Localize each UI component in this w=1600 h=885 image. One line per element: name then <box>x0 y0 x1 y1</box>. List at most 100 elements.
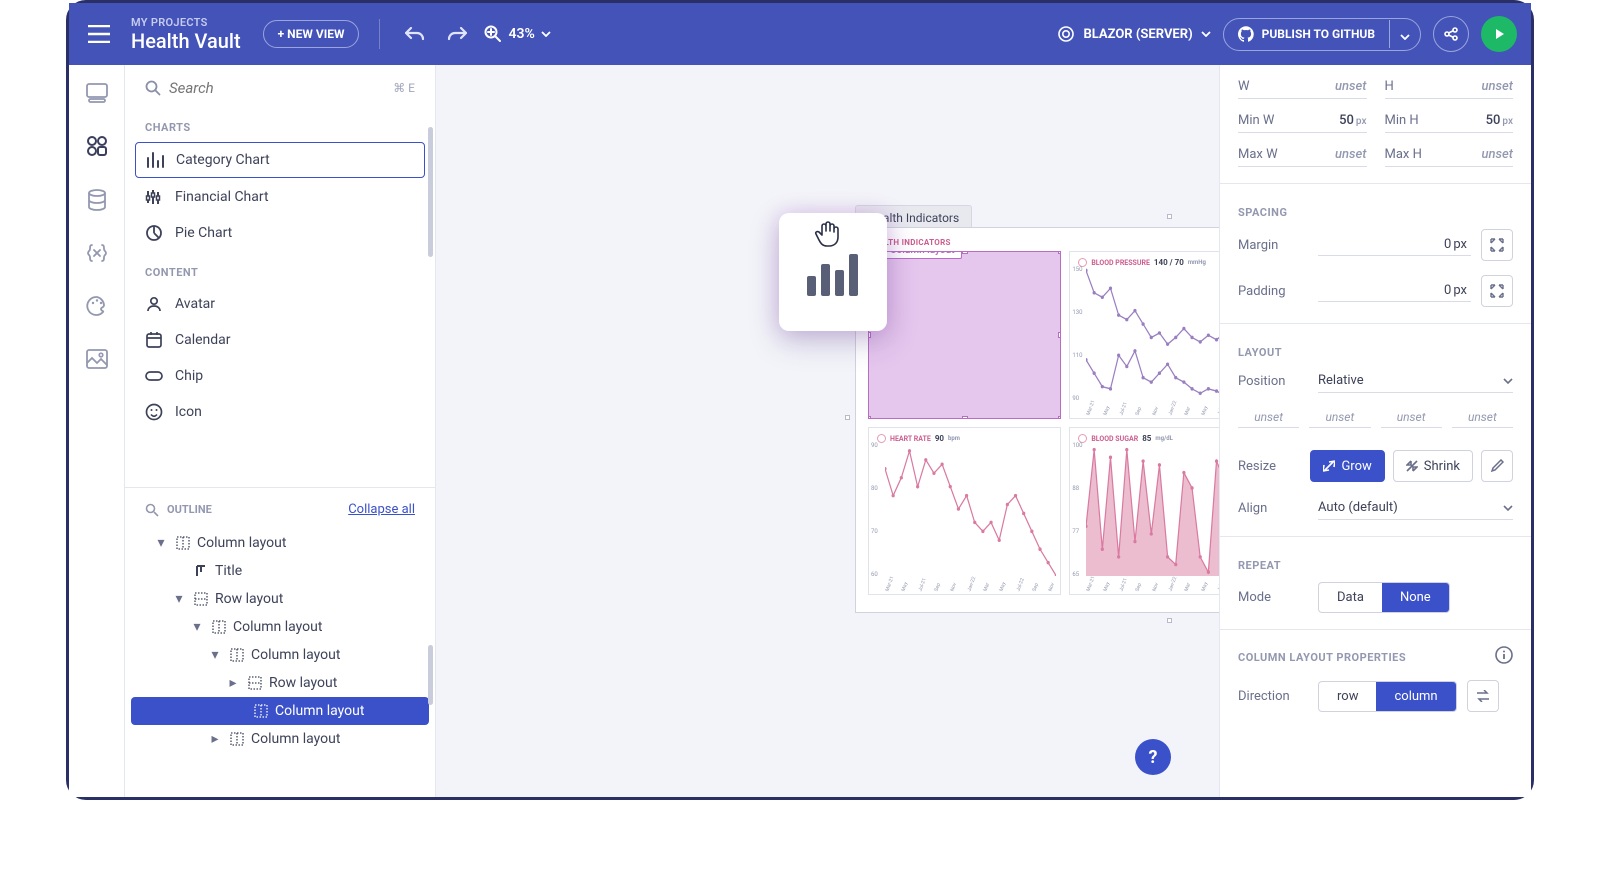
tree-node[interactable]: ▸Column layout <box>125 725 435 753</box>
chart-card[interactable]: BLOOD SUGAR 85mg/dL100887765Mar-21MayJul… <box>1069 427 1219 595</box>
mode-none-option[interactable]: None <box>1382 583 1449 612</box>
scrollbar-thumb[interactable] <box>428 127 433 257</box>
height-field[interactable]: Hunset <box>1385 75 1514 99</box>
tree-node[interactable]: ▾Column layout <box>125 613 435 641</box>
column-props-label: COLUMN LAYOUT PROPERTIES <box>1238 651 1406 664</box>
search-row: ⌘ E <box>125 65 435 107</box>
max-width-field[interactable]: Max Wunset <box>1238 143 1367 167</box>
rail-theme-icon[interactable] <box>86 295 108 321</box>
github-icon <box>1238 26 1254 42</box>
rail-views-icon[interactable] <box>86 83 108 107</box>
zoom-value: 43% <box>508 26 534 42</box>
framework-select[interactable]: BLAZOR (SERVER) <box>1057 25 1210 43</box>
direction-column-option[interactable]: column <box>1376 682 1455 711</box>
search-input[interactable] <box>169 79 385 97</box>
scrollbar-thumb[interactable] <box>428 645 433 705</box>
undo-icon[interactable] <box>400 19 430 49</box>
max-height-field[interactable]: Max Hunset <box>1385 143 1514 167</box>
zoom-control[interactable]: 43% <box>484 25 550 43</box>
help-button[interactable]: ? <box>1135 739 1171 775</box>
charts-section-label: CHARTS <box>125 107 435 140</box>
canvas[interactable]: Health Indicators HEALTH INDICATORS Colu… <box>436 65 1219 797</box>
width-field[interactable]: Wunset <box>1238 75 1367 99</box>
tool-item-chip[interactable]: Chip <box>135 359 425 393</box>
search-icon <box>145 80 161 96</box>
offset-field[interactable]: unset <box>1381 407 1442 428</box>
align-select[interactable]: Auto (default) <box>1318 496 1513 520</box>
content-section-label: CONTENT <box>125 252 435 285</box>
offset-field[interactable]: unset <box>1238 407 1299 428</box>
tree-node[interactable]: Column layout <box>131 697 429 725</box>
tree-node[interactable]: ▾Column layout <box>125 529 435 557</box>
divider <box>379 19 380 49</box>
rail-variables-icon[interactable] <box>87 243 107 267</box>
min-height-field[interactable]: Min H50px <box>1385 109 1514 133</box>
info-icon[interactable] <box>1495 646 1513 668</box>
publish-label: PUBLISH TO GITHUB <box>1262 27 1375 41</box>
tool-item-pie-chart[interactable]: Pie Chart <box>135 216 425 250</box>
chart-card[interactable]: HEART RATE 90bpm90807060Mar-21MayJul-21S… <box>868 427 1061 595</box>
resize-edit-icon[interactable] <box>1481 450 1513 482</box>
resize-label: Resize <box>1238 459 1300 474</box>
rail-components-icon[interactable] <box>86 135 108 161</box>
redo-icon[interactable] <box>442 19 472 49</box>
left-panel: ⌘ E CHARTS Category ChartFinancial Chart… <box>125 65 436 797</box>
tree-node[interactable]: Title <box>125 557 435 585</box>
tree-node[interactable]: ▾Column layout <box>125 641 435 669</box>
spacing-label: SPACING <box>1238 206 1513 219</box>
properties-panel: Wunset Hunset Min W50px Min H50px Max Wu… <box>1219 65 1531 797</box>
new-view-button[interactable]: + NEW VIEW <box>263 20 360 48</box>
rail-data-icon[interactable] <box>87 189 107 215</box>
tree-node[interactable]: ▸Row layout <box>125 669 435 697</box>
tool-item-category-chart[interactable]: Category Chart <box>135 142 425 178</box>
ruler-handle[interactable] <box>845 415 850 420</box>
publish-dropdown-icon[interactable] <box>1390 19 1420 50</box>
rail-assets-icon[interactable] <box>86 349 108 373</box>
tool-item-calendar[interactable]: Calendar <box>135 323 425 357</box>
outline-label: OUTLINE <box>167 503 212 516</box>
drop-target[interactable]: Column layout <box>868 251 1061 419</box>
padding-expand-icon[interactable] <box>1481 275 1513 307</box>
outline-header: OUTLINE Collapse all <box>125 487 435 525</box>
shrink-button[interactable]: Shrink <box>1393 450 1473 482</box>
repeat-label: REPEAT <box>1238 559 1513 572</box>
nav-rail <box>69 65 125 797</box>
ruler-handle[interactable] <box>1167 214 1172 219</box>
grab-cursor-icon <box>812 217 846 257</box>
tool-item-avatar[interactable]: Avatar <box>135 287 425 321</box>
mode-data-option[interactable]: Data <box>1319 583 1382 612</box>
project-block[interactable]: MY PROJECTS Health Vault <box>131 16 241 53</box>
projects-label: MY PROJECTS <box>131 16 241 29</box>
direction-swap-icon[interactable] <box>1467 680 1499 712</box>
menu-icon[interactable] <box>83 18 115 50</box>
publish-button[interactable]: PUBLISH TO GITHUB <box>1223 18 1421 51</box>
chart-card[interactable]: BLOOD PRESSURE 140 / 70mmHg15013011090Ma… <box>1069 251 1219 419</box>
ruler-handle[interactable] <box>1167 618 1172 623</box>
outline-tree: ▾Column layoutTitle▾Row layout▾Column la… <box>125 525 435 797</box>
preview-button[interactable] <box>1481 16 1517 52</box>
margin-field[interactable]: 0px <box>1318 234 1471 256</box>
padding-field[interactable]: 0px <box>1318 280 1471 302</box>
grow-button[interactable]: Grow <box>1310 450 1384 482</box>
project-name: Health Vault <box>131 29 241 53</box>
offset-field[interactable]: unset <box>1452 407 1513 428</box>
search-icon <box>145 503 159 517</box>
tool-item-icon[interactable]: Icon <box>135 395 425 429</box>
collapse-all-link[interactable]: Collapse all <box>348 502 415 517</box>
position-label: Position <box>1238 374 1308 389</box>
mode-segment: Data None <box>1318 582 1450 613</box>
direction-row-option[interactable]: row <box>1319 682 1376 711</box>
framework-label: BLAZOR (SERVER) <box>1083 27 1192 42</box>
margin-expand-icon[interactable] <box>1481 229 1513 261</box>
padding-label: Padding <box>1238 284 1308 299</box>
layout-label: LAYOUT <box>1238 346 1513 359</box>
share-button[interactable] <box>1433 16 1469 52</box>
tool-item-financial-chart[interactable]: Financial Chart <box>135 180 425 214</box>
artboard[interactable]: HEALTH INDICATORS Column layoutBLOOD PRE… <box>855 227 1219 613</box>
align-label: Align <box>1238 501 1308 516</box>
position-select[interactable]: Relative <box>1318 369 1513 393</box>
offset-field[interactable]: unset <box>1309 407 1370 428</box>
top-bar: MY PROJECTS Health Vault + NEW VIEW 43% … <box>69 3 1531 65</box>
min-width-field[interactable]: Min W50px <box>1238 109 1367 133</box>
tree-node[interactable]: ▾Row layout <box>125 585 435 613</box>
